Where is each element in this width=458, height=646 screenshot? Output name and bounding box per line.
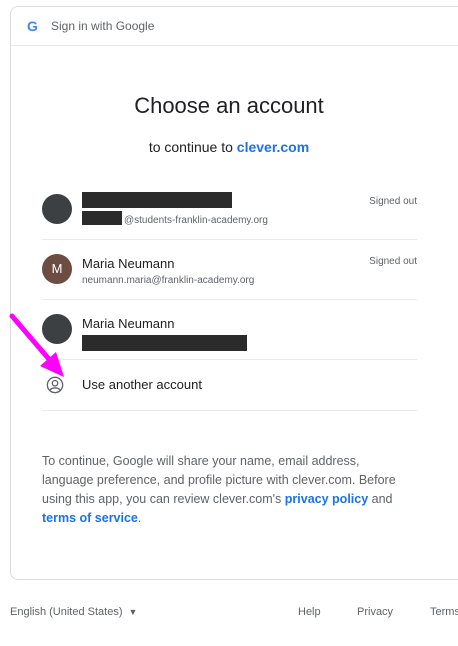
avatar (42, 194, 72, 224)
privacy-policy-link[interactable]: privacy policy (285, 492, 368, 506)
use-another-account-button[interactable]: Use another account (42, 360, 417, 411)
use-another-label: Use another account (82, 377, 202, 392)
redacted-name (82, 192, 232, 208)
header-text: Sign in with Google (51, 19, 155, 33)
account-item[interactable]: @students-franklin-academy.org Signed ou… (42, 180, 417, 240)
chevron-down-icon: ▼ (128, 607, 138, 617)
avatar: M (42, 254, 72, 284)
avatar (42, 314, 72, 344)
terms-link[interactable]: Terms (430, 606, 458, 618)
consent-text: To continue, Google will share your name… (42, 452, 412, 528)
account-email: neumann.maria@franklin-academy.org (82, 275, 255, 286)
google-g-icon: G (27, 18, 38, 34)
site-link[interactable]: clever.com (237, 139, 309, 155)
person-circle-icon (46, 376, 64, 394)
page-title: Choose an account (134, 93, 324, 118)
account-name: Maria Neumann (82, 316, 175, 331)
consent-end: . (137, 511, 142, 525)
account-name: Maria Neumann (82, 256, 175, 271)
page-subtitle: to continue to clever.com (0, 139, 458, 155)
account-item[interactable]: M Maria Neumann neumann.maria@franklin-a… (42, 240, 417, 300)
subtitle-prefix: to continue to (148, 139, 233, 155)
redacted-email (82, 335, 247, 351)
card-header: G Sign in with Google (11, 7, 458, 46)
privacy-link[interactable]: Privacy (357, 606, 393, 618)
consent-and: and (371, 492, 393, 506)
terms-of-service-link[interactable]: terms of service (42, 511, 138, 525)
account-email: @students-franklin-academy.org (124, 215, 268, 226)
account-list: @students-franklin-academy.org Signed ou… (42, 180, 417, 411)
help-link[interactable]: Help (298, 606, 321, 618)
status-label: Signed out (369, 196, 417, 207)
footer: English (United States) ▼ Help Privacy Te… (0, 598, 458, 626)
language-label: English (United States) (10, 606, 123, 618)
redacted-email (82, 211, 122, 225)
account-item[interactable]: Maria Neumann (42, 300, 417, 360)
language-selector[interactable]: English (United States) ▼ (10, 606, 137, 618)
status-label: Signed out (369, 256, 417, 267)
